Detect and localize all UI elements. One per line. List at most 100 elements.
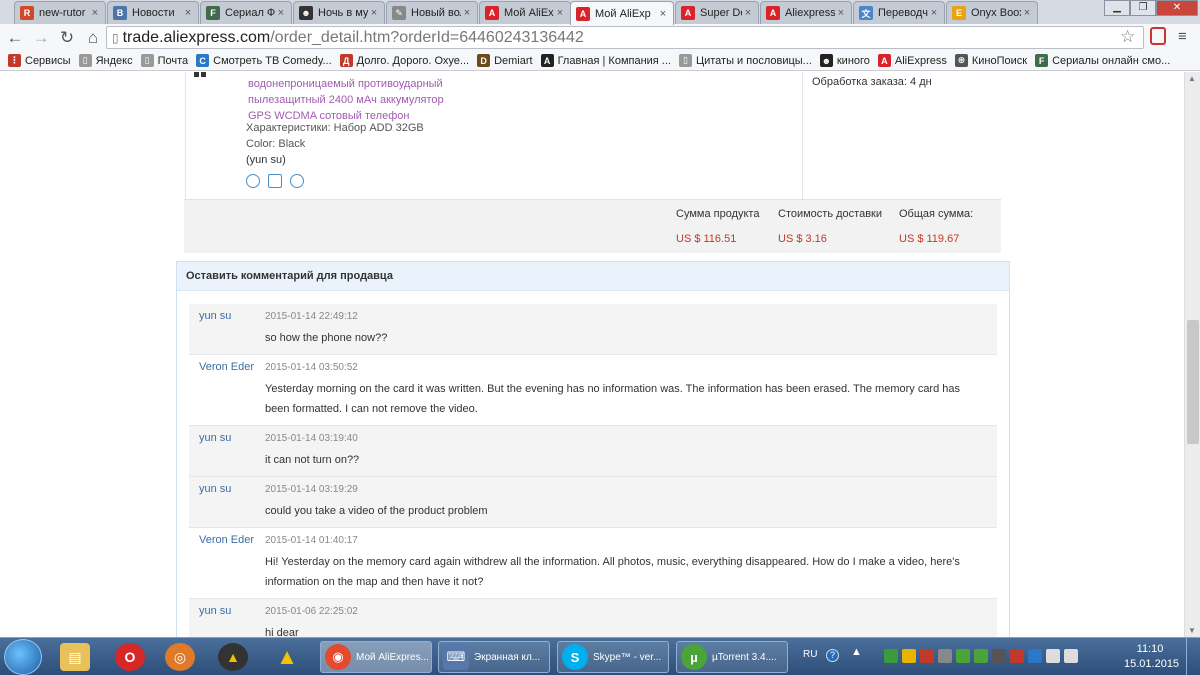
bookmark-serialy[interactable]: F Сериалы онлайн смо... [1035,54,1170,67]
tray-app-icon[interactable] [956,649,970,663]
show-desktop-button[interactable] [1186,638,1200,675]
scroll-up-arrow-icon[interactable]: ▲ [1188,74,1196,83]
clock-date: 15.01.2015 [1124,658,1180,670]
bookmark-demiart[interactable]: D Demiart [477,54,533,67]
tab-close-icon[interactable]: × [182,7,194,19]
tab-close-icon[interactable]: × [554,7,566,19]
tray-app-icon[interactable] [1028,649,1042,663]
tray-app-icon[interactable] [920,649,934,663]
forward-arrow-icon[interactable]: → [30,27,52,49]
tab-close-icon[interactable]: × [835,7,847,19]
product-sum-label: Сумма продукта [676,208,760,220]
total-sum-label: Общая сумма: [899,208,974,220]
product-title[interactable]: водонепроницаемый противоударный пылезащ… [248,76,508,124]
tab-close-icon[interactable]: × [657,8,669,20]
refresh-icon[interactable] [290,174,304,188]
reload-icon[interactable]: ↻ [56,27,78,49]
comment-author[interactable]: Veron Eder [199,361,254,373]
tab-novosti[interactable]: B Новости × [107,1,199,24]
app-icon[interactable]: ▲ [272,643,302,671]
taskbar-chrome-aliexpress[interactable]: ◉ Мой AliExpres... [320,641,432,673]
language-indicator[interactable]: RU [803,649,817,660]
tab-close-icon[interactable]: × [461,7,473,19]
menu-icon[interactable]: ≡ [1178,28,1187,45]
comment-author[interactable]: yun su [199,310,231,322]
tab-super-deal[interactable]: A Super Deal × [675,1,759,24]
scroll-down-arrow-icon[interactable]: ▼ [1188,626,1196,635]
tab-close-icon[interactable]: × [928,7,940,19]
address-bar[interactable]: ▯ trade.aliexpress.com/order_detail.htm?… [106,26,1144,49]
comments-header: Оставить комментарий для продавца [177,262,1009,291]
comment-author[interactable]: yun su [199,483,231,495]
system-clock[interactable]: 11:10 15.01.2015 [1124,642,1180,672]
opera-icon[interactable]: O [115,643,145,671]
url-path: /order_detail.htm?orderId=64460243136442 [270,28,584,46]
tray-app-icon[interactable] [938,649,952,663]
bookmark-dolgo[interactable]: Д Долго. Дорого. Охуе... [339,54,469,67]
tray-expand-icon[interactable]: ▲ [851,646,862,658]
product-thumbnail[interactable] [194,72,214,80]
bookmark-kinopoisk[interactable]: ⊛ КиноПоиск [954,54,1027,67]
bookmarks-bar: ⋮ Сервисы ▯ Яндекс ▯ Почта C Смотреть ТВ Com… [0,51,1200,71]
bookmark-comedy[interactable]: C Смотреть ТВ Comedy... [196,54,332,67]
comment-author[interactable]: Veron Eder [199,534,254,546]
bookmark-kinogo[interactable]: ☻ киного [819,54,870,67]
tray-warning-icon[interactable] [902,649,916,663]
scrollbar-thumb[interactable] [1187,320,1199,444]
bookmark-citaty[interactable]: ▯ Цитаты и пословицы... [678,54,812,67]
comment-item: yun su 2015-01-14 22:49:12 so how the ph… [189,304,997,355]
bookmark-services[interactable]: ⋮ Сервисы [8,54,71,67]
tab-close-icon[interactable]: × [1021,7,1033,19]
comments-list: yun su 2015-01-14 22:49:12 so how the ph… [189,304,997,637]
tray-app-icon[interactable] [1010,649,1024,663]
tab-aliexpress-active[interactable]: A Мой AliExp × [570,1,674,25]
page-scrollbar[interactable]: ▲ ▼ [1184,72,1200,637]
tray-app-icon[interactable] [884,649,898,663]
tab-noch[interactable]: ☻ Ночь в муз × [293,1,385,24]
app-icon[interactable]: ▲ [218,643,248,671]
tab-novyi[interactable]: ✎ Новый вол × [386,1,478,24]
tab-favicon-icon: E [952,6,966,20]
tray-app-icon[interactable] [992,649,1006,663]
tab-aliexpress-1[interactable]: A Мой AliExp × [479,1,571,24]
back-arrow-icon[interactable]: ← [4,27,26,49]
tab-aliexpress-2[interactable]: A Aliexpress × [760,1,852,24]
tab-close-icon[interactable]: × [742,7,754,19]
product-color: Color: Black [246,138,306,150]
home-icon[interactable]: ⌂ [82,27,104,49]
restore-button[interactable]: ❐ [1130,0,1156,16]
bookmark-aliexpress[interactable]: A AliExpress [877,54,947,67]
tab-onyx-boox[interactable]: E Onyx Boox × [946,1,1038,24]
comment-date: 2015-01-14 03:50:52 [265,362,358,373]
bookmark-pochta[interactable]: ▯ Почта [140,54,188,67]
tab-close-icon[interactable]: × [275,7,287,19]
close-window-button[interactable]: ✕ [1156,0,1198,16]
alarm-clock-icon[interactable] [246,174,260,188]
comment-item: yun su 2015-01-06 22:25:02 hi dear i hav… [189,599,997,637]
taskbar-utorrent[interactable]: µ µTorrent 3.4.... [676,641,788,673]
volume-icon[interactable] [1064,649,1078,663]
help-icon[interactable]: ? [826,649,839,662]
explorer-icon[interactable]: ▤ [60,643,90,671]
extension-icon[interactable] [1150,27,1166,45]
bookmark-glavnaya[interactable]: A Главная | Компания ... [540,54,671,67]
tab-serial[interactable]: F Сериал Фу × [200,1,292,24]
bookmark-yandex[interactable]: ▯ Яндекс [78,54,133,67]
page-icon: ▯ [78,54,92,67]
taskbar-skype[interactable]: S Skype™ - ver... [557,641,669,673]
bookmark-star-icon[interactable]: ☆ [1120,27,1135,47]
comment-author[interactable]: yun su [199,605,231,617]
comment-author[interactable]: yun su [199,432,231,444]
tab-close-icon[interactable]: × [89,7,101,19]
tab-translate[interactable]: 文 Переводч × [853,1,945,24]
start-button[interactable] [4,639,42,675]
minimize-button[interactable]: ▁ [1104,0,1130,16]
order-summary: Сумма продукта US $ 116.51 Стоимость дос… [184,199,1001,253]
taskbar-onscreen-keyboard[interactable]: ⌨ Экранная кл... [438,641,550,673]
network-icon[interactable] [1046,649,1060,663]
app-icon[interactable]: ◎ [165,643,195,671]
tray-app-icon[interactable] [974,649,988,663]
calendar-icon[interactable] [268,174,282,188]
tab-new-rutor[interactable]: R new-rutor × [14,1,106,24]
tab-close-icon[interactable]: × [368,7,380,19]
